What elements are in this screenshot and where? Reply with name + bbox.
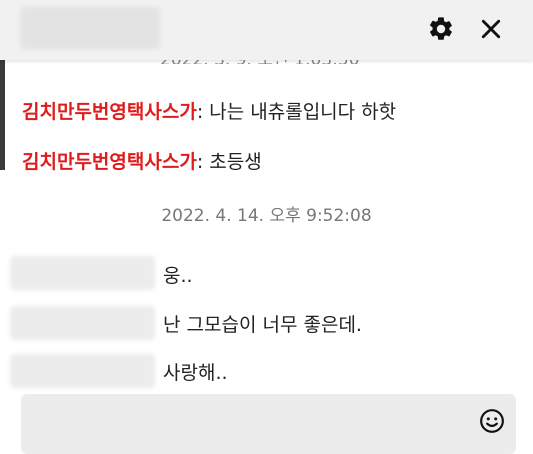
gear-icon (430, 17, 452, 40)
chat-message: 김치만두번영택사스가: 나는 내츄롤입니다 하핫 (22, 100, 396, 124)
chat-message: 난 그모습이 너무 좋은데. (163, 313, 362, 337)
emoji-button[interactable] (478, 407, 506, 435)
message-username[interactable]: 김치만두번영택사스가 (22, 101, 197, 123)
chat-message: 사랑해.. (163, 361, 228, 385)
close-button[interactable] (475, 13, 507, 45)
message-separator: : (196, 101, 210, 123)
message-text: 난 그모습이 너무 좋은데. (163, 314, 362, 336)
chat-input[interactable] (21, 394, 516, 454)
message-separator: : (196, 151, 210, 173)
chat-message: 웅.. (163, 264, 193, 288)
blurred-username (10, 354, 155, 388)
left-edge-strip (0, 60, 5, 170)
emoji-icon (480, 409, 504, 433)
message-text: 초등생 (209, 151, 262, 173)
chat-header (0, 0, 533, 60)
blurred-username (10, 306, 155, 340)
blurred-username (10, 256, 155, 290)
message-text: 웅.. (163, 265, 193, 287)
settings-button[interactable] (425, 13, 457, 45)
chat-message: 김치만두번영택사스가: 초등생 (22, 150, 262, 174)
message-text: 사랑해.. (163, 362, 228, 384)
close-icon (481, 19, 501, 39)
message-text: 나는 내츄롤입니다 하핫 (209, 101, 397, 123)
timestamp-divider: 2022. 4. 14. 오후 9:52:08 (161, 206, 372, 226)
blurred-channel-name (20, 7, 160, 49)
message-username[interactable]: 김치만두번영택사스가 (22, 151, 197, 173)
